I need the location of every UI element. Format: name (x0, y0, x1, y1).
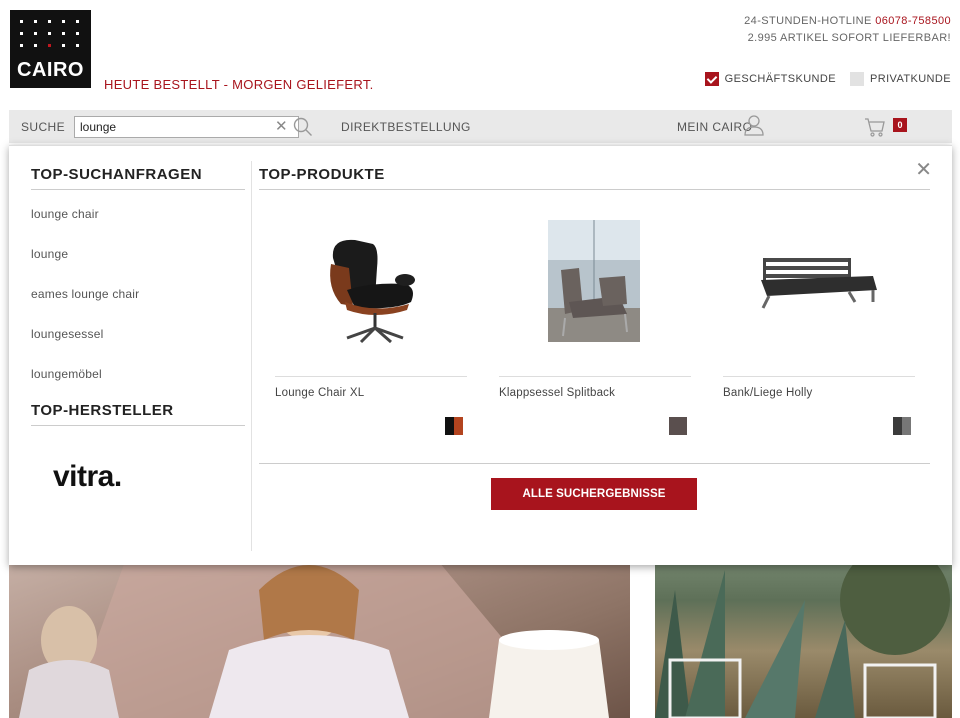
my-account-link[interactable]: MEIN CAIRO (677, 120, 752, 134)
clear-search-icon[interactable]: ✕ (275, 119, 288, 134)
query-item[interactable]: loungesessel (31, 324, 245, 364)
cart-icon[interactable] (864, 117, 886, 137)
hero-kids-illustration (19, 550, 609, 718)
hotline-label: 24-STUNDEN-HOTLINE (744, 15, 872, 27)
left-column: TOP-SUCHANFRAGEN lounge chair lounge eam… (31, 166, 245, 494)
query-item[interactable]: eames lounge chair (31, 284, 245, 324)
product-divider (499, 376, 691, 377)
hotline-info: 24-STUNDEN-HOTLINE 06078-758500 2.995 AR… (744, 13, 951, 47)
products-bottom-divider (259, 463, 930, 464)
customer-type-selector: GESCHÄFTSKUNDE PRIVATKUNDE (691, 72, 951, 86)
color-swatch-icon[interactable] (669, 417, 687, 435)
query-item[interactable]: lounge chair (31, 204, 245, 244)
product-name[interactable]: Bank/Liege Holly (723, 387, 813, 399)
product-card[interactable]: Lounge Chair XL (275, 218, 467, 448)
product-divider (275, 376, 467, 377)
query-item[interactable]: loungemöbel (31, 364, 245, 404)
hero-image-garden[interactable] (655, 550, 952, 718)
product-divider (723, 376, 915, 377)
product-grid: Lounge Chair XL Klappsessel Splitback Ba… (259, 218, 930, 448)
top-brands-title: TOP-HERSTELLER (31, 402, 245, 426)
product-card[interactable]: Bank/Liege Holly (723, 218, 915, 448)
product-name[interactable]: Klappsessel Splitback (499, 387, 615, 399)
color-swatch-icon[interactable] (445, 417, 463, 435)
search-bar: SUCHE ✕ DIREKTBESTELLUNG MEIN CAIRO 0 (9, 110, 952, 143)
top-queries-title: TOP-SUCHANFRAGEN (31, 166, 245, 190)
hero-garden-illustration (655, 550, 950, 718)
private-customer-checkbox[interactable] (849, 72, 864, 86)
top-products-title: TOP-PRODUKTE (259, 166, 930, 190)
stock-info: 2.995 ARTIKEL SOFORT LIEFERBAR! (747, 32, 951, 44)
column-divider (251, 161, 252, 551)
query-item[interactable]: lounge (31, 244, 245, 284)
show-all-results-button[interactable]: ALLE SUCHERGEBNISSE ANZEIGEN (491, 478, 697, 532)
private-customer-label: PRIVATKUNDE (869, 73, 951, 85)
product-image-folding-chair (548, 220, 640, 342)
business-customer-option[interactable]: GESCHÄFTSKUNDE (704, 72, 836, 86)
search-suggestions-panel: ✕ TOP-SUCHANFRAGEN lounge chair lounge e… (9, 145, 952, 565)
user-icon[interactable] (744, 114, 764, 136)
private-customer-option[interactable]: PRIVATKUNDE (849, 72, 951, 86)
search-icon[interactable] (293, 117, 313, 137)
product-card[interactable]: Klappsessel Splitback (499, 218, 691, 448)
search-input[interactable] (74, 116, 299, 138)
logo-dot-pattern (20, 20, 80, 60)
right-column: TOP-PRODUKTE Lounge Chair XL Klappsessel… (259, 166, 930, 532)
search-label: SUCHE (21, 120, 66, 134)
top-queries-list: lounge chair lounge eames lounge chair l… (31, 204, 245, 404)
direct-order-link[interactable]: DIREKTBESTELLUNG (341, 120, 471, 134)
cart-count-badge: 0 (893, 118, 907, 132)
delivery-tagline: HEUTE BESTELLT - MORGEN GELIEFERT. (104, 77, 374, 92)
hero-image-kids-room[interactable] (9, 550, 630, 718)
color-swatch-icon[interactable] (893, 417, 911, 435)
product-image-bench (761, 258, 877, 309)
product-name[interactable]: Lounge Chair XL (275, 387, 364, 399)
business-customer-checkbox[interactable] (704, 72, 719, 86)
business-customer-label: GESCHÄFTSKUNDE (724, 73, 836, 85)
product-image-lounge-chair (330, 239, 415, 344)
cairo-logo[interactable]: CAIRO (10, 10, 91, 88)
hotline-number[interactable]: 06078-758500 (875, 15, 951, 27)
vitra-logo[interactable]: vitra. (53, 460, 122, 494)
logo-wordmark: CAIRO (17, 59, 84, 81)
